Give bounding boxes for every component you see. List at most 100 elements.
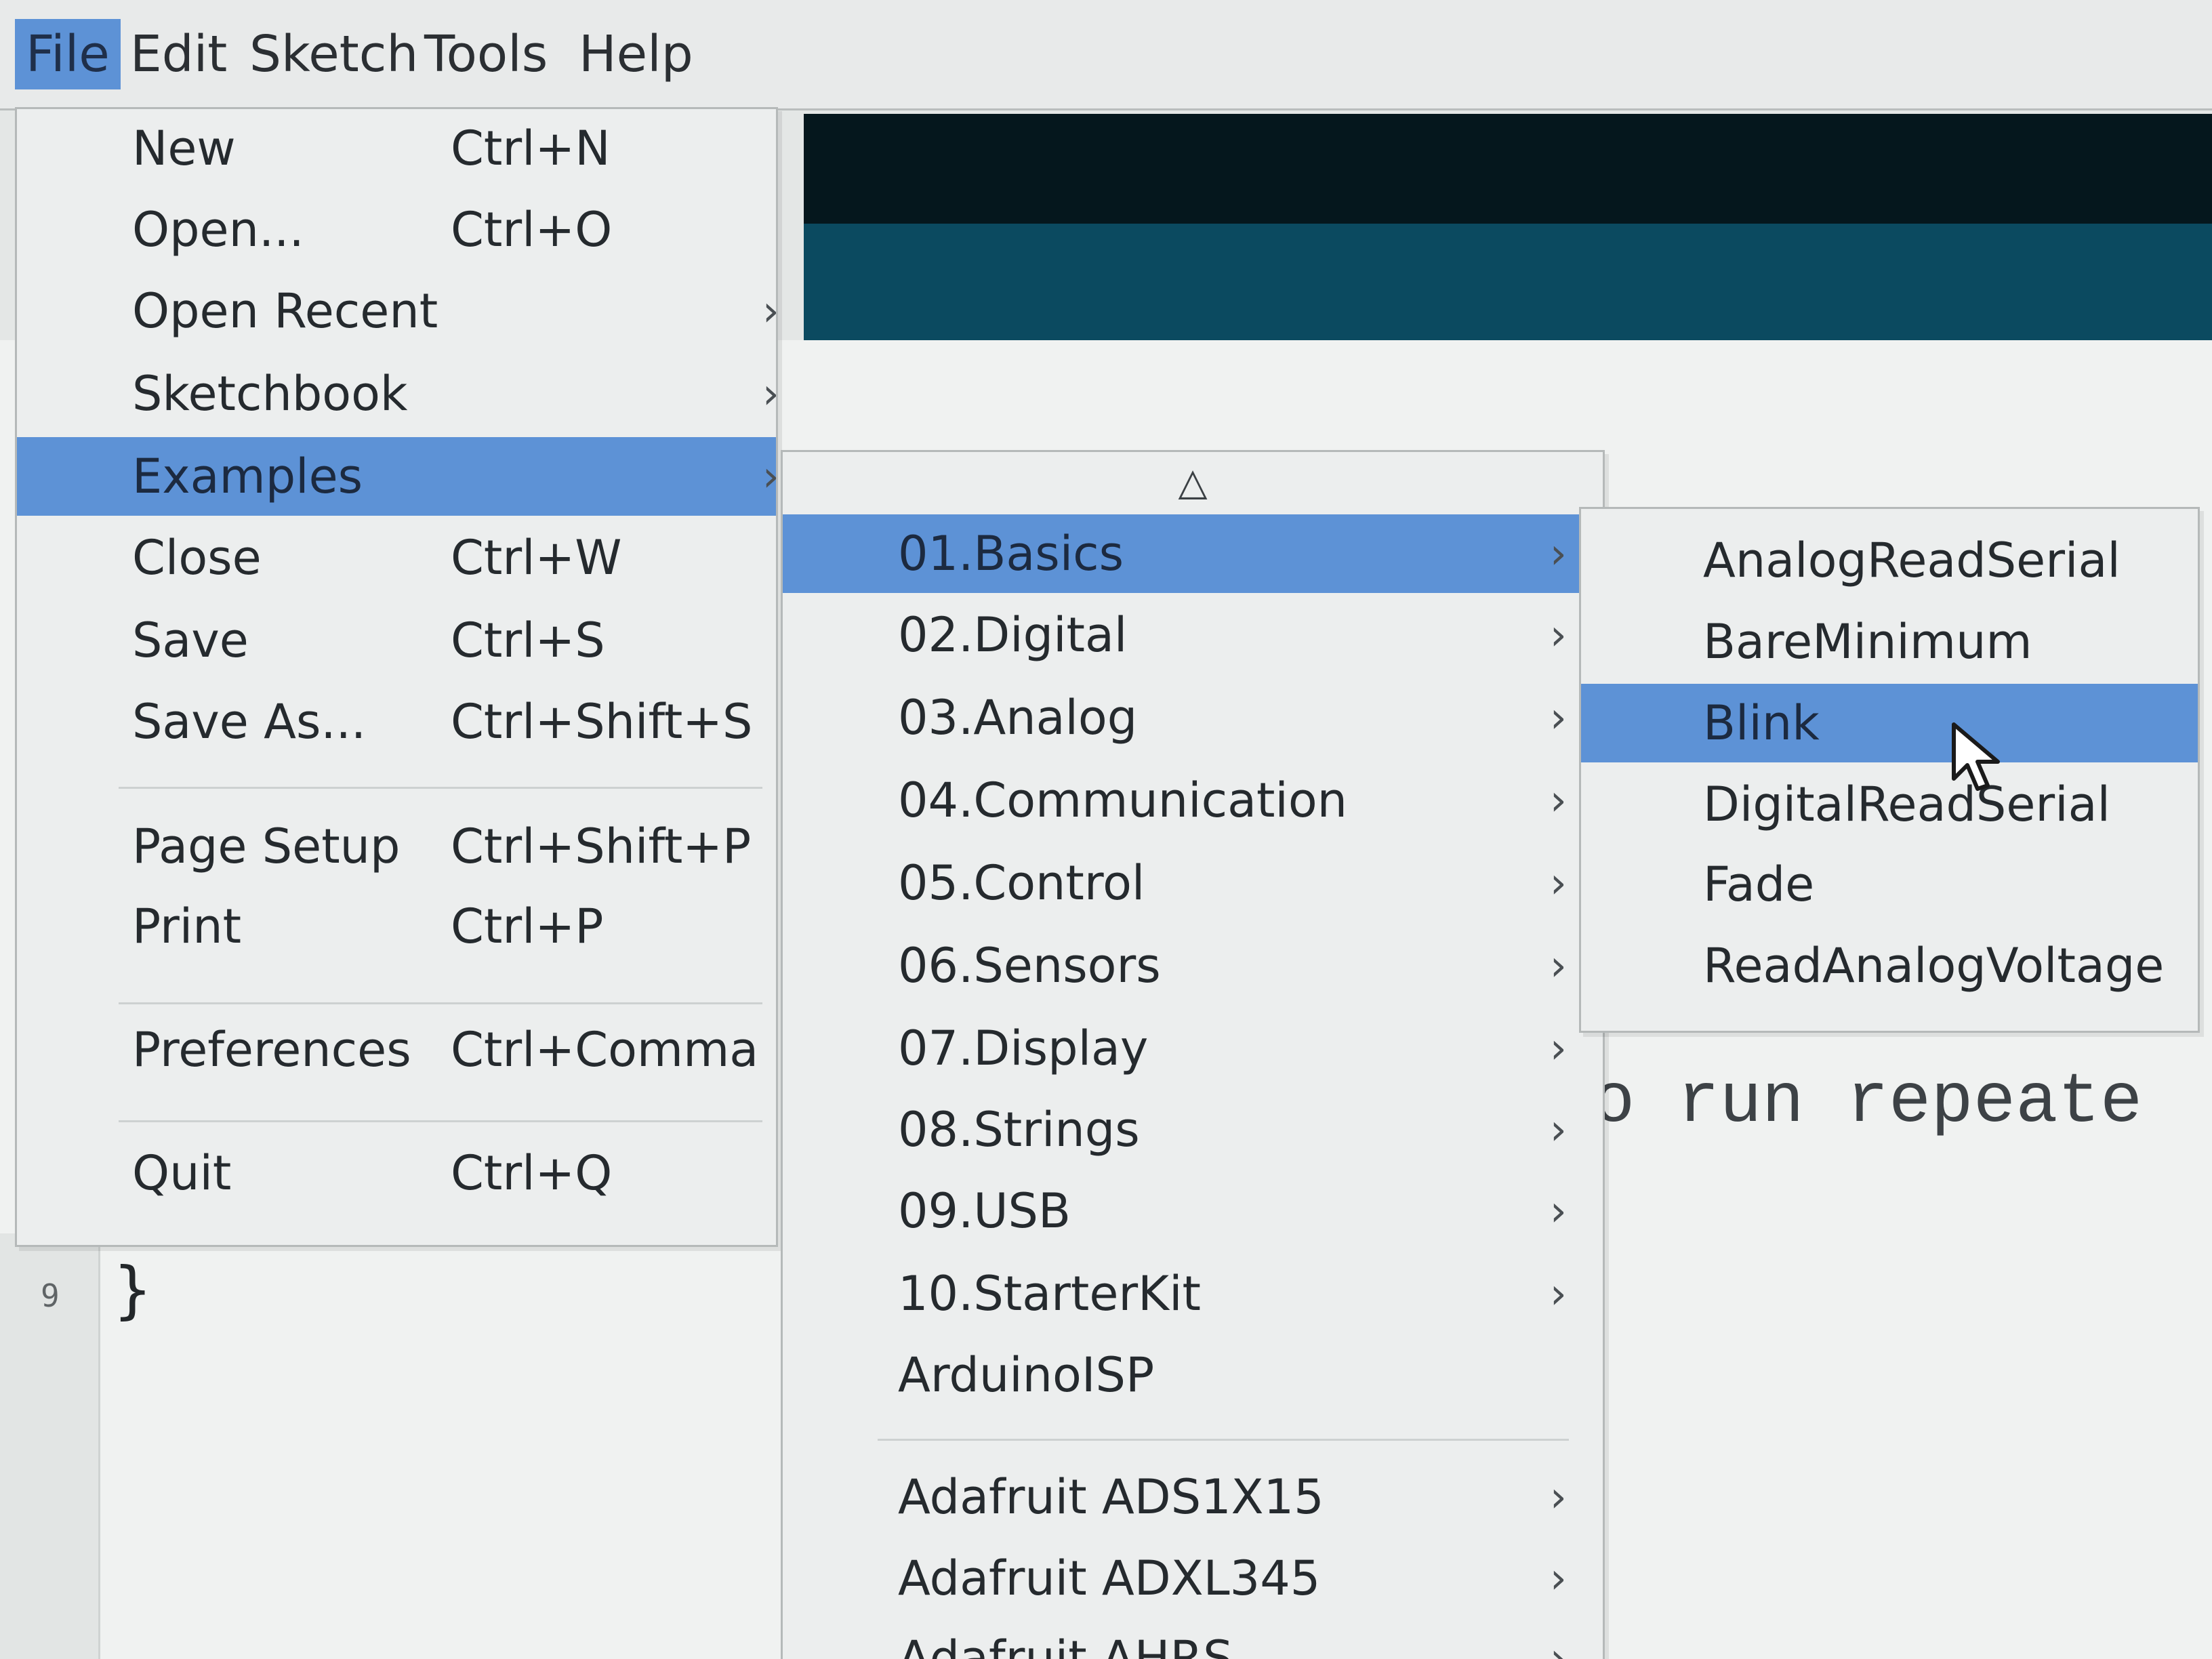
chevron-right-icon: › xyxy=(1550,693,1567,742)
chevron-right-icon: › xyxy=(762,369,779,418)
menu-item-adafruit-ahrs[interactable]: Adafruit AHRS › xyxy=(783,1619,1603,1659)
arduino-ide-window: 9 } o run repeate File Edit Sketch Tools… xyxy=(0,0,2212,1659)
menu-item-label: 02.Digital xyxy=(898,607,1128,663)
line-number: 9 xyxy=(41,1277,60,1314)
menu-item-07-display[interactable]: 07.Display › xyxy=(783,1009,1603,1088)
menu-help[interactable]: Help xyxy=(568,19,704,89)
menu-item-shortcut: Ctrl+S xyxy=(451,613,605,668)
menu-item-adafruit-ads1x15[interactable]: Adafruit ADS1X15 › xyxy=(783,1458,1603,1536)
menu-item-label: Open... xyxy=(132,202,304,258)
menu-item-quit[interactable]: Quit Ctrl+Q xyxy=(17,1134,776,1212)
menu-item-08-strings[interactable]: 08.Strings › xyxy=(783,1090,1603,1169)
menu-item-label: New xyxy=(132,121,236,176)
menu-tools[interactable]: Tools xyxy=(413,19,558,89)
chevron-right-icon: › xyxy=(1550,1472,1567,1521)
menu-item-new[interactable]: New Ctrl+N xyxy=(17,109,776,188)
menu-separator xyxy=(878,1439,1569,1441)
chevron-right-icon: › xyxy=(1550,1269,1567,1318)
menu-item-label: Quit xyxy=(132,1145,232,1201)
menu-item-04-communication[interactable]: 04.Communication › xyxy=(783,761,1603,840)
menu-item-label: Save xyxy=(132,613,249,668)
menu-item-preferences[interactable]: Preferences Ctrl+Comma xyxy=(17,1010,776,1089)
menu-item-label: 07.Display xyxy=(898,1021,1149,1076)
menu-item-arduinoisp[interactable]: ArduinoISP xyxy=(783,1336,1603,1414)
menu-item-blink[interactable]: Blink xyxy=(1581,684,2198,762)
triangle-up-icon[interactable]: △ xyxy=(783,452,1603,513)
menu-item-shortcut: Ctrl+O xyxy=(451,202,613,258)
menu-item-page-setup[interactable]: Page Setup Ctrl+Shift+P xyxy=(17,807,776,886)
menu-item-examples[interactable]: Examples › xyxy=(17,437,779,516)
menu-item-analogreadserial[interactable]: AnalogReadSerial xyxy=(1581,521,2198,600)
chevron-right-icon: › xyxy=(1550,610,1567,659)
menu-item-label: 03.Analog xyxy=(898,690,1138,745)
menu-item-06-sensors[interactable]: 06.Sensors › xyxy=(783,926,1603,1005)
menu-separator xyxy=(119,1002,762,1004)
menu-item-label: 05.Control xyxy=(898,855,1145,911)
menu-item-digitalreadserial[interactable]: DigitalReadSerial xyxy=(1581,765,2198,844)
menu-item-01-basics[interactable]: 01.Basics › xyxy=(783,514,1603,593)
menu-item-bareminimum[interactable]: BareMinimum xyxy=(1581,602,2198,681)
chevron-right-icon: › xyxy=(1550,529,1567,578)
menu-item-label: Adafruit ADS1X15 xyxy=(898,1469,1324,1525)
menu-item-05-control[interactable]: 05.Control › xyxy=(783,844,1603,922)
menu-item-open-recent[interactable]: Open Recent › xyxy=(17,272,779,350)
menu-item-label: ArduinoISP xyxy=(898,1347,1155,1403)
menu-item-label: Preferences xyxy=(132,1022,411,1078)
basics-submenu: AnalogReadSerial BareMinimum Blink Digit… xyxy=(1579,507,2200,1033)
menu-item-shortcut: Ctrl+Comma xyxy=(451,1022,759,1078)
menu-item-label: Save As... xyxy=(132,694,367,750)
menu-item-label: 09.USB xyxy=(898,1183,1071,1239)
menu-item-label: 06.Sensors xyxy=(898,938,1161,994)
ide-toolbar xyxy=(804,114,2212,224)
chevron-right-icon: › xyxy=(1550,858,1567,907)
chevron-right-icon: › xyxy=(762,286,779,335)
menu-item-label: BareMinimum xyxy=(1703,614,2032,670)
menu-item-label: Page Setup xyxy=(132,819,401,874)
menu-item-print[interactable]: Print Ctrl+P xyxy=(17,887,776,966)
menu-item-label: Print xyxy=(132,899,242,954)
menu-item-shortcut: Ctrl+Shift+S xyxy=(451,694,753,750)
ide-tab-bar xyxy=(804,224,2212,340)
code-comment-text: o run repeate xyxy=(1593,1063,2143,1143)
menu-item-label: ReadAnalogVoltage xyxy=(1703,938,2165,994)
menu-separator xyxy=(119,1120,762,1122)
menu-separator xyxy=(119,787,762,789)
menu-item-09-usb[interactable]: 09.USB › xyxy=(783,1172,1603,1250)
menu-bar: File Edit Sketch Tools Help xyxy=(0,0,2212,110)
menu-item-label: 10.StarterKit xyxy=(898,1266,1201,1322)
chevron-right-icon: › xyxy=(762,451,779,501)
menu-item-label: Blink xyxy=(1703,695,1820,751)
chevron-right-icon: › xyxy=(1550,1023,1567,1073)
menu-item-close[interactable]: Close Ctrl+W xyxy=(17,518,776,597)
menu-edit[interactable]: Edit xyxy=(119,19,238,89)
menu-sketch[interactable]: Sketch xyxy=(239,19,429,89)
menu-item-label: Close xyxy=(132,530,262,586)
menu-item-label: Adafruit ADXL345 xyxy=(898,1551,1321,1606)
menu-item-label: 08.Strings xyxy=(898,1102,1140,1158)
menu-item-shortcut: Ctrl+W xyxy=(451,530,622,586)
menu-item-02-digital[interactable]: 02.Digital › xyxy=(783,596,1603,674)
menu-item-save-as[interactable]: Save As... Ctrl+Shift+S xyxy=(17,682,776,761)
chevron-right-icon: › xyxy=(1550,1633,1567,1659)
menu-item-adafruit-adxl345[interactable]: Adafruit ADXL345 › xyxy=(783,1539,1603,1618)
menu-item-label: DigitalReadSerial xyxy=(1703,777,2110,832)
menu-item-label: Fade xyxy=(1703,857,1815,912)
mouse-pointer-icon xyxy=(1952,722,2000,791)
menu-item-shortcut: Ctrl+P xyxy=(451,899,604,954)
menu-item-label: AnalogReadSerial xyxy=(1703,533,2121,588)
menu-file[interactable]: File xyxy=(15,19,121,89)
chevron-right-icon: › xyxy=(1550,941,1567,990)
menu-item-label: Open Recent xyxy=(132,283,438,339)
menu-item-fade[interactable]: Fade xyxy=(1581,845,2198,924)
menu-item-label: 04.Communication xyxy=(898,773,1348,828)
menu-item-10-starterkit[interactable]: 10.StarterKit › xyxy=(783,1254,1603,1333)
menu-item-03-analog[interactable]: 03.Analog › xyxy=(783,678,1603,757)
menu-item-label: 01.Basics xyxy=(898,526,1124,581)
menu-item-label: Adafruit AHRS xyxy=(898,1631,1233,1659)
menu-item-save[interactable]: Save Ctrl+S xyxy=(17,601,776,680)
menu-item-sketchbook[interactable]: Sketchbook › xyxy=(17,354,779,433)
menu-item-shortcut: Ctrl+Shift+P xyxy=(451,819,752,874)
menu-item-open[interactable]: Open... Ctrl+O xyxy=(17,190,776,269)
menu-item-label: Sketchbook xyxy=(132,366,408,422)
menu-item-readanalogvoltage[interactable]: ReadAnalogVoltage xyxy=(1581,926,2198,1005)
